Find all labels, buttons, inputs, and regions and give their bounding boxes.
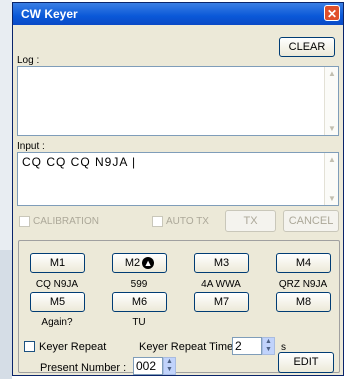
title-bar[interactable]: CW Keyer ✕ (13, 3, 343, 25)
scroll-down-icon[interactable]: ▼ (328, 194, 336, 203)
macro-text-m4: QRZ N9JA (278, 279, 328, 290)
scroll-up-icon[interactable]: ▲ (328, 69, 336, 78)
calibration-checkbox[interactable] (19, 216, 30, 227)
window-title: CW Keyer (21, 7, 78, 21)
spin-up-icon[interactable]: ▲ (263, 338, 274, 346)
macro-button-m5[interactable]: M5 (30, 292, 85, 312)
calibration-label: CALIBRATION (33, 216, 99, 227)
auto-tx-checkbox[interactable] (152, 216, 163, 227)
edit-button[interactable]: EDIT (278, 352, 334, 373)
input-textarea[interactable]: CQ CQ CQ N9JA | ▲ ▼ (17, 152, 339, 206)
close-button[interactable]: ✕ (324, 5, 340, 21)
desktop-background-lower (0, 250, 12, 379)
log-label: Log : (17, 55, 40, 66)
macro-text-m3: 4A WWA (201, 279, 241, 290)
macro-button-m2[interactable]: M2 ▲ (112, 253, 167, 273)
macro-button-m6[interactable]: M6 (112, 292, 167, 312)
macro-button-label: M2 (124, 257, 141, 269)
spin-down-icon[interactable]: ▼ (263, 346, 274, 354)
macro-text-m2: 599 (130, 279, 148, 290)
macro-button-m7[interactable]: M7 (194, 292, 249, 312)
cancel-button[interactable]: CANCEL (283, 210, 339, 232)
present-number-label: Present Number : (40, 362, 127, 374)
scroll-down-icon[interactable]: ▼ (328, 124, 336, 133)
macro-text-m5: Again? (41, 317, 73, 328)
keyer-repeat-label: Keyer Repeat (39, 341, 107, 353)
repeat-time-label: Keyer Repeat Time : (139, 341, 240, 353)
input-scrollbar[interactable]: ▲ ▼ (324, 153, 338, 205)
macro-button-m8[interactable]: M8 (276, 292, 331, 312)
macro-text-m1: CQ N9JA (35, 279, 79, 290)
macro-button-m4[interactable]: M4 (276, 253, 331, 273)
close-icon: ✕ (326, 7, 338, 21)
keyer-repeat-checkbox[interactable] (24, 341, 35, 352)
present-number-input[interactable]: 002 (133, 357, 163, 375)
auto-tx-label: AUTO TX (166, 216, 209, 227)
present-number-spinner[interactable]: ▲ ▼ (163, 357, 176, 375)
clear-button[interactable]: CLEAR (279, 37, 335, 57)
spin-down-icon[interactable]: ▼ (164, 366, 175, 374)
macro-text-m6: TU (132, 317, 146, 328)
repeat-time-input[interactable]: 2 (232, 337, 262, 355)
scroll-up-icon[interactable]: ▲ (328, 155, 336, 164)
repeat-time-spinner[interactable]: ▲ ▼ (262, 337, 275, 355)
log-textarea[interactable]: ▲ ▼ (17, 66, 339, 136)
tx-button[interactable]: TX (225, 210, 276, 232)
cw-keyer-window: CW Keyer ✕ CLEAR Log : ▲ ▼ Input : CQ CQ… (12, 2, 344, 376)
macro-button-m1[interactable]: M1 (30, 253, 85, 273)
macro-button-m3[interactable]: M3 (194, 253, 249, 273)
log-scrollbar[interactable]: ▲ ▼ (324, 67, 338, 135)
arrow-up-icon: ▲ (142, 257, 155, 270)
input-label: Input : (17, 141, 45, 152)
input-text: CQ CQ CQ N9JA | (22, 155, 137, 169)
spin-up-icon[interactable]: ▲ (164, 358, 175, 366)
